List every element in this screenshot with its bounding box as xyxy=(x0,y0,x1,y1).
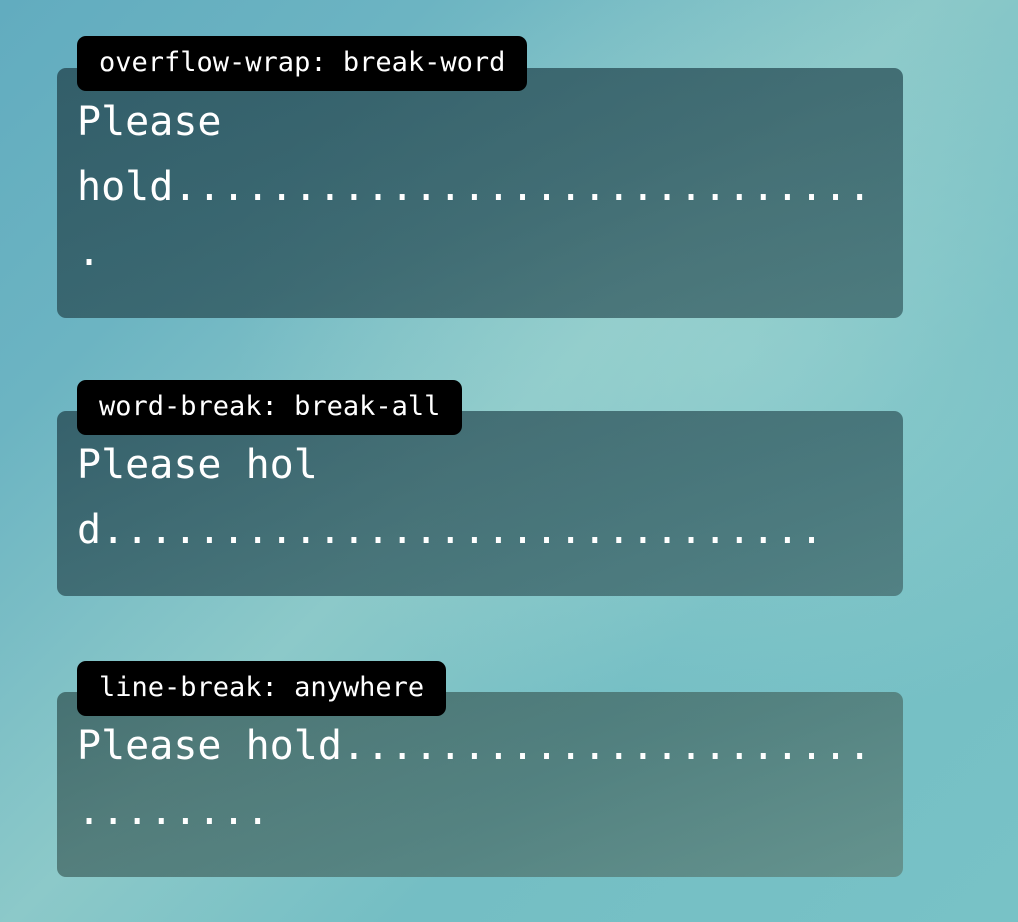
demo-card-word-break: Please hold.............................… xyxy=(57,411,903,596)
badge-line-break: line-break: anywhere xyxy=(77,661,447,717)
demo-text-overflow-wrap: Please hold.............................… xyxy=(77,99,872,275)
badge-overflow-wrap: overflow-wrap: break-word xyxy=(77,36,528,92)
demo-text-line-break: Please hold.............................… xyxy=(77,723,872,834)
demo-text-word-break: Please hold.............................… xyxy=(77,442,824,553)
demo-card-line-break: Please hold.............................… xyxy=(57,692,903,877)
demo-card-overflow-wrap: Please hold.............................… xyxy=(57,68,903,318)
demo-stage: Please hold.............................… xyxy=(0,0,1018,922)
badge-word-break: word-break: break-all xyxy=(77,380,463,436)
